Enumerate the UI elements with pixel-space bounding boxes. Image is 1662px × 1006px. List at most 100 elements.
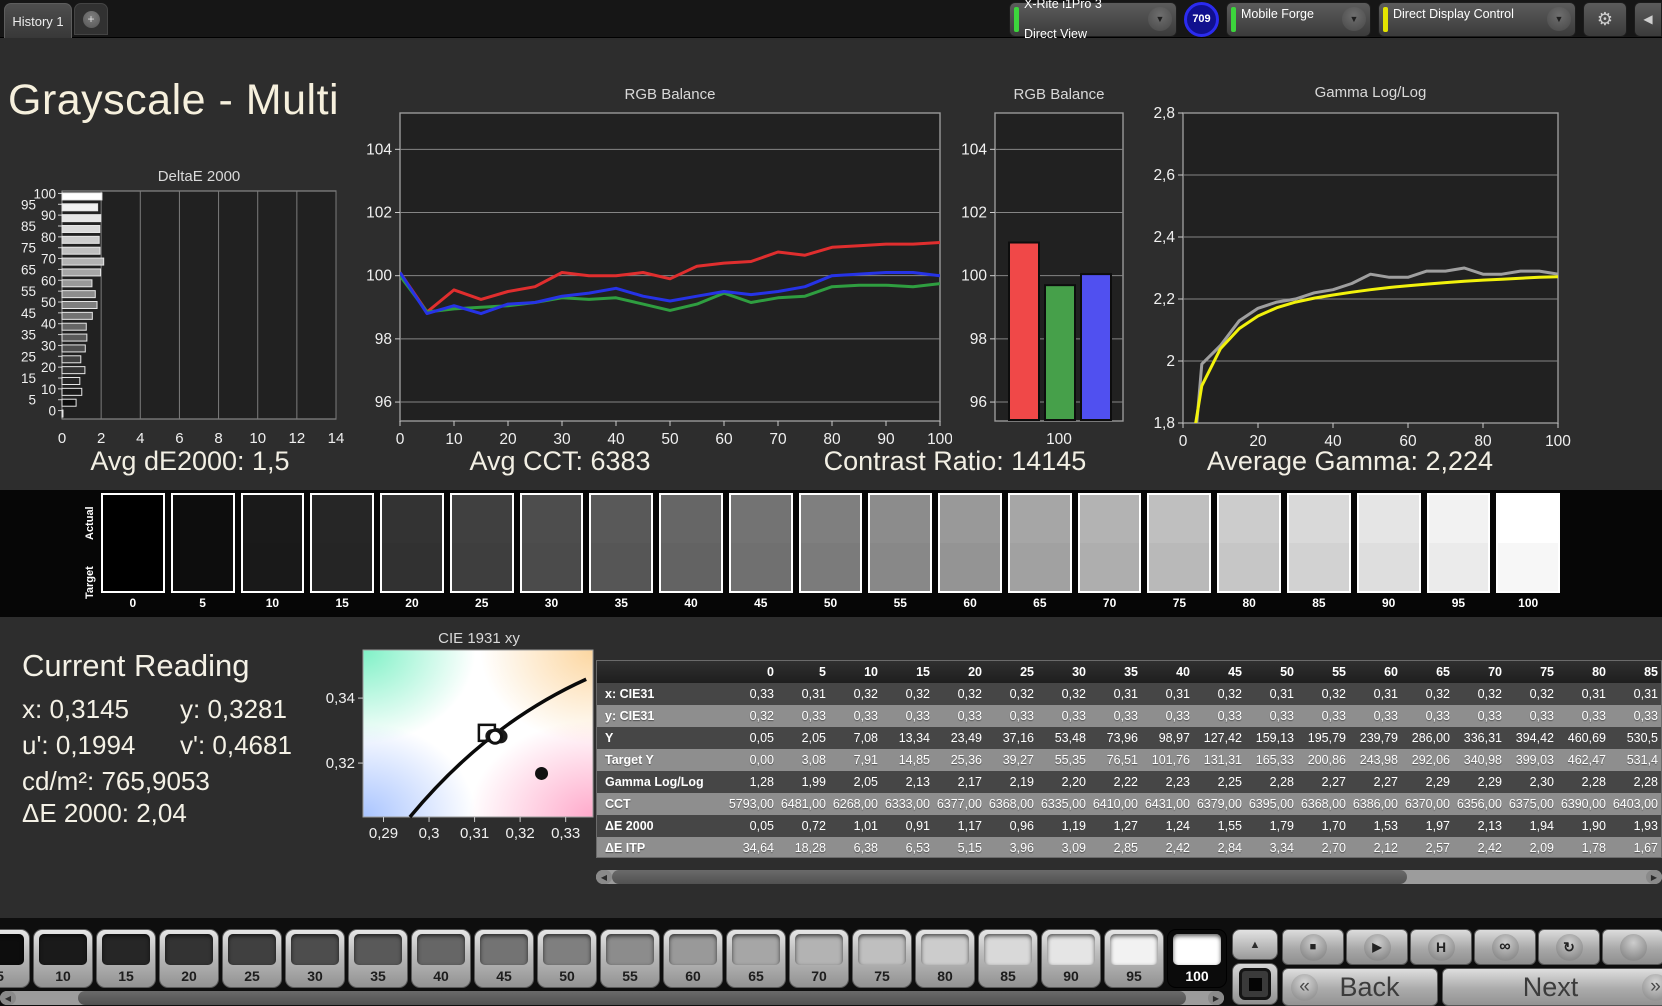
level-button-30[interactable]: 30 — [285, 929, 345, 988]
meter-dropdown[interactable]: X-Rite i1Pro 3 Direct View ▼ — [1009, 2, 1177, 37]
table-cell: 6410,00 — [1091, 793, 1143, 815]
grayscale-strip: Actual Target 05101520253035404550556065… — [84, 493, 1560, 613]
cie-1931-chart: CIE 1931 xy 0,320,340,290,30,310,320,33 — [325, 630, 605, 840]
svg-text:85: 85 — [21, 219, 36, 234]
level-button-95[interactable]: 95 — [1104, 929, 1164, 988]
table-cell: 0,33 — [1091, 705, 1143, 727]
table-cell: 7,08 — [831, 727, 883, 749]
display-control-dropdown[interactable]: Direct Display Control ▼ — [1378, 2, 1576, 37]
level-button-40[interactable]: 40 — [411, 929, 471, 988]
svg-text:2,2: 2,2 — [1153, 291, 1175, 308]
level-button-35[interactable]: 35 — [348, 929, 408, 988]
table-cell: 2,30 — [1507, 771, 1559, 793]
table-cell: 0,32 — [831, 683, 883, 705]
status-stripe — [1383, 7, 1388, 32]
back-label: Back — [1326, 972, 1413, 1003]
scroll-right-icon[interactable]: ▶ — [1208, 991, 1224, 1005]
scroll-left-icon[interactable]: ◀ — [596, 870, 612, 884]
table-cell: 25,36 — [935, 749, 987, 771]
infinite-button[interactable]: ∞ — [1474, 929, 1536, 965]
level-button-15[interactable]: 15 — [96, 929, 156, 988]
stat-contrast-ratio: Contrast Ratio: 14145 — [765, 446, 1145, 482]
settings-button[interactable]: ⚙ — [1583, 2, 1627, 37]
step-button[interactable]: H — [1410, 929, 1472, 965]
table-scrollbar[interactable]: ◀ ▶ — [596, 870, 1662, 884]
bottom-scrollbar-thumb[interactable] — [78, 991, 1186, 1005]
table-cell: 195,79 — [1299, 727, 1351, 749]
deltae-bar — [62, 345, 85, 352]
loop-button[interactable]: ↻ — [1538, 929, 1600, 965]
outlier-point-marker — [535, 767, 548, 780]
table-cell: 2,22 — [1091, 771, 1143, 793]
svg-text:0,3: 0,3 — [419, 825, 440, 840]
table-cell: 2,28 — [1247, 771, 1299, 793]
table-cell: 6386,00 — [1351, 793, 1403, 815]
chevron-up-icon: ▲ — [1250, 939, 1261, 951]
level-button-65[interactable]: 65 — [726, 929, 786, 988]
reading-v: v': 0,4681 — [180, 730, 292, 761]
chart-title: CIE 1931 xy — [363, 630, 595, 648]
level-button-25[interactable]: 25 — [222, 929, 282, 988]
level-label: 30 — [286, 965, 344, 987]
pattern-window-button[interactable] — [1232, 963, 1278, 1005]
table-col-header: 20 — [935, 661, 987, 683]
target-swatch — [1498, 543, 1558, 591]
grayscale-swatch-75: 75 — [1147, 493, 1211, 613]
pattern-up-button[interactable]: ▲ — [1232, 929, 1278, 960]
swatch-level-label: 25 — [450, 593, 514, 613]
actual-swatch — [382, 495, 442, 543]
level-button-90[interactable]: 90 — [1041, 929, 1101, 988]
calibration-app-window: History 1 + X-Rite i1Pro 3 Direct View ▼… — [0, 0, 1662, 1006]
tab-history-1[interactable]: History 1 — [4, 3, 72, 38]
table-cell: 2,57 — [1403, 837, 1455, 858]
level-button-10[interactable]: 10 — [33, 929, 93, 988]
table-col-header: 15 — [883, 661, 935, 683]
table-cell: 0,33 — [727, 683, 779, 705]
colorspace-badge[interactable]: 709 — [1184, 2, 1219, 37]
scroll-left-icon[interactable]: ◀ — [0, 991, 16, 1005]
level-button-20[interactable]: 20 — [159, 929, 219, 988]
level-label: 10 — [34, 965, 92, 987]
level-button-85[interactable]: 85 — [978, 929, 1038, 988]
level-button-55[interactable]: 55 — [600, 929, 660, 988]
svg-text:96: 96 — [970, 394, 987, 411]
blank-button[interactable] — [1602, 929, 1662, 965]
table-cell: 1,19 — [1039, 815, 1091, 837]
level-button-50[interactable]: 50 — [537, 929, 597, 988]
next-button[interactable]: Next » — [1442, 968, 1662, 1006]
play-button[interactable]: ▶ — [1346, 929, 1408, 965]
level-button-5[interactable]: 5 — [0, 929, 30, 988]
swatch-level-label: 60 — [938, 593, 1002, 613]
table-cell: 6370,00 — [1403, 793, 1455, 815]
source-dropdown[interactable]: Mobile Forge ▼ — [1226, 2, 1371, 37]
grayscale-swatch-25: 25 — [450, 493, 514, 613]
collapse-panel-button[interactable]: ◀ — [1634, 2, 1662, 37]
table-cell: 2,70 — [1299, 837, 1351, 858]
level-button-45[interactable]: 45 — [474, 929, 534, 988]
grayscale-swatch-55: 55 — [868, 493, 932, 613]
level-button-60[interactable]: 60 — [663, 929, 723, 988]
add-tab-button[interactable]: + — [74, 3, 108, 35]
swatch-level-label: 75 — [1147, 593, 1211, 613]
table-cell: 1,93 — [1611, 815, 1662, 837]
back-button[interactable]: « Back — [1282, 968, 1438, 1006]
stop-button[interactable]: ■ — [1282, 929, 1344, 965]
level-button-75[interactable]: 75 — [852, 929, 912, 988]
table-col-header: 60 — [1351, 661, 1403, 683]
table-scrollbar-thumb[interactable] — [612, 870, 1407, 884]
scroll-right-icon[interactable]: ▶ — [1646, 870, 1662, 884]
target-swatch — [103, 543, 163, 591]
table-cell: 2,12 — [1351, 837, 1403, 858]
level-button-100[interactable]: 100 — [1167, 929, 1227, 988]
svg-text:104: 104 — [366, 141, 392, 158]
table-cell: 98,97 — [1143, 727, 1195, 749]
swatch-level-label: 65 — [1008, 593, 1072, 613]
level-button-80[interactable]: 80 — [915, 929, 975, 988]
bottom-scrollbar[interactable]: ◀ ▶ — [0, 991, 1224, 1005]
level-label: 70 — [790, 965, 848, 987]
svg-text:0: 0 — [58, 430, 66, 447]
gear-icon: ⚙ — [1597, 9, 1613, 30]
target-swatch — [940, 543, 1000, 591]
svg-text:98: 98 — [970, 331, 987, 348]
level-button-70[interactable]: 70 — [789, 929, 849, 988]
